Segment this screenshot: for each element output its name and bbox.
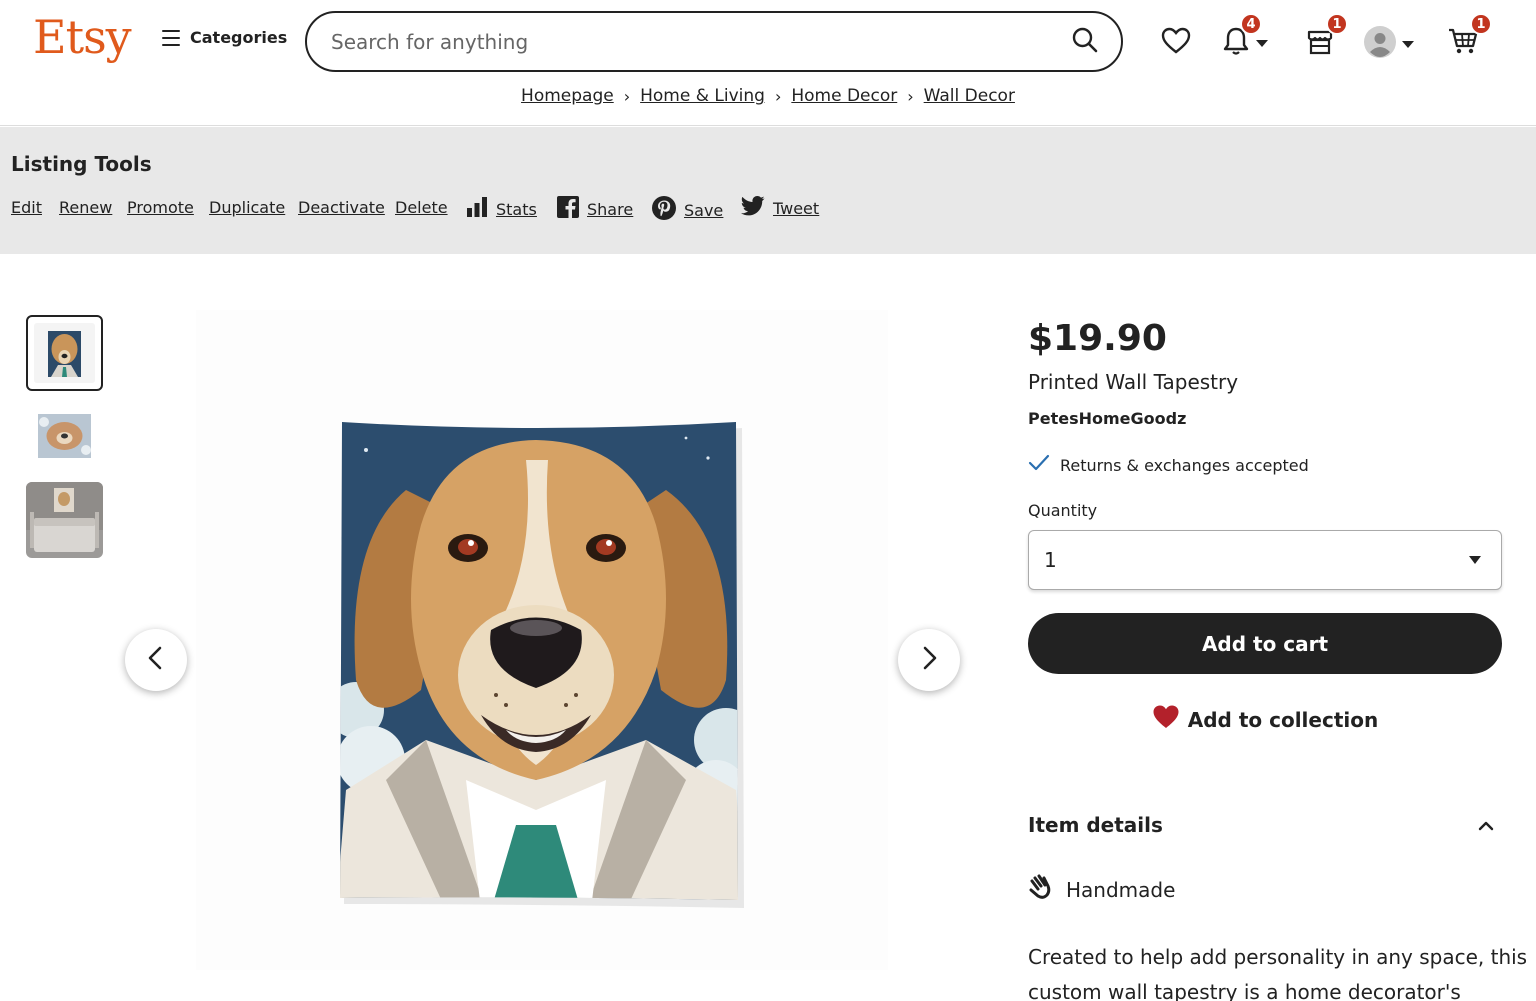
tapestry-dog-image bbox=[340, 422, 744, 908]
notifications-badge: 4 bbox=[1240, 13, 1262, 35]
facebook-icon bbox=[557, 196, 579, 222]
cart-badge: 1 bbox=[1470, 13, 1492, 35]
breadcrumb-homepage[interactable]: Homepage bbox=[521, 86, 614, 106]
dropdown-arrow-icon bbox=[1469, 556, 1481, 564]
handmade-label: Handmade bbox=[1066, 877, 1176, 902]
pinterest-icon bbox=[652, 196, 676, 224]
item-details-heading: Item details bbox=[1028, 813, 1163, 837]
hand-icon bbox=[1028, 874, 1054, 905]
chevron-right-icon: › bbox=[907, 86, 914, 106]
stats-label: Stats bbox=[496, 199, 537, 219]
save-link[interactable]: Save bbox=[652, 196, 723, 224]
chevron-right-icon: › bbox=[623, 86, 631, 106]
product-title: Printed Wall Tapestry bbox=[1028, 370, 1239, 394]
categories-button[interactable]: Categories bbox=[162, 28, 287, 47]
thumbnail-1[interactable] bbox=[26, 315, 103, 391]
tweet-link[interactable]: Tweet bbox=[741, 196, 819, 220]
search-bar bbox=[305, 11, 1123, 72]
chevron-right-icon: › bbox=[774, 86, 782, 106]
checkmark-icon bbox=[1028, 454, 1050, 476]
thumbnail-3[interactable] bbox=[26, 482, 103, 558]
twitter-icon bbox=[741, 196, 765, 220]
chevron-right-icon bbox=[918, 645, 940, 675]
add-to-cart-button[interactable]: Add to cart bbox=[1028, 613, 1502, 674]
shop-manager-badge: 1 bbox=[1326, 13, 1348, 35]
categories-label: Categories bbox=[190, 28, 288, 47]
chevron-down-icon bbox=[1402, 40, 1414, 48]
duplicate-link[interactable]: Duplicate bbox=[209, 198, 285, 217]
promote-link[interactable]: Promote bbox=[127, 198, 194, 217]
handmade-attribute: Handmade bbox=[1028, 874, 1175, 905]
next-image-button[interactable] bbox=[898, 629, 960, 691]
filled-heart-icon bbox=[1152, 704, 1180, 735]
breadcrumb-home-living[interactable]: Home & Living bbox=[640, 86, 765, 106]
main-image-stage bbox=[196, 310, 888, 970]
search-icon[interactable] bbox=[1071, 26, 1099, 58]
listing-tools-title: Listing Tools bbox=[11, 152, 152, 176]
tapestry-flat-thumbnail bbox=[26, 398, 103, 474]
product-price: $19.90 bbox=[1028, 318, 1167, 359]
shop-name-link[interactable]: PetesHomeGoodz bbox=[1028, 409, 1186, 428]
share-label: Share bbox=[587, 199, 634, 219]
account-menu-button[interactable] bbox=[1364, 26, 1414, 62]
dog-portrait-thumbnail bbox=[34, 323, 95, 383]
delete-link[interactable]: Delete bbox=[395, 198, 448, 217]
product-description: Created to help add personality in any s… bbox=[1028, 945, 1528, 1001]
share-link[interactable]: Share bbox=[557, 196, 633, 222]
site-header: Etsy Categories 4 1 1 Homepag bbox=[0, 0, 1536, 126]
etsy-logo[interactable]: Etsy bbox=[33, 10, 132, 64]
save-label: Save bbox=[684, 200, 724, 220]
favorites-heart-icon[interactable] bbox=[1161, 27, 1191, 55]
add-to-collection-button[interactable]: Add to collection bbox=[1028, 704, 1502, 735]
previous-image-button[interactable] bbox=[125, 629, 187, 691]
add-to-collection-label: Add to collection bbox=[1187, 707, 1379, 732]
bedroom-mockup-thumbnail bbox=[26, 482, 103, 558]
breadcrumb: Homepage › Home & Living › Home Decor › … bbox=[0, 86, 1536, 106]
avatar bbox=[1364, 26, 1396, 62]
chevron-left-icon bbox=[145, 645, 167, 675]
edit-link[interactable]: Edit bbox=[11, 198, 42, 217]
thumbnail-2[interactable] bbox=[26, 398, 103, 474]
returns-label: Returns & exchanges accepted bbox=[1060, 455, 1309, 475]
chevron-down-icon bbox=[1256, 39, 1268, 47]
listing-tools-panel: Listing Tools Edit Renew Promote Duplica… bbox=[0, 127, 1536, 254]
breadcrumb-home-decor[interactable]: Home Decor bbox=[791, 86, 897, 106]
quantity-select[interactable]: 1 bbox=[1028, 530, 1502, 590]
bar-chart-icon bbox=[466, 196, 488, 222]
returns-policy: Returns & exchanges accepted bbox=[1028, 454, 1309, 476]
renew-link[interactable]: Renew bbox=[59, 198, 112, 217]
quantity-value: 1 bbox=[1044, 548, 1057, 572]
search-input[interactable] bbox=[331, 29, 1071, 54]
deactivate-link[interactable]: Deactivate bbox=[298, 198, 385, 217]
quantity-label: Quantity bbox=[1028, 501, 1098, 520]
item-details-toggle[interactable]: Item details bbox=[1028, 813, 1502, 837]
breadcrumb-wall-decor[interactable]: Wall Decor bbox=[924, 86, 1015, 106]
chevron-up-icon bbox=[1478, 813, 1494, 837]
tweet-label: Tweet bbox=[773, 198, 820, 218]
stats-link[interactable]: Stats bbox=[466, 196, 537, 222]
hamburger-icon bbox=[162, 29, 180, 46]
